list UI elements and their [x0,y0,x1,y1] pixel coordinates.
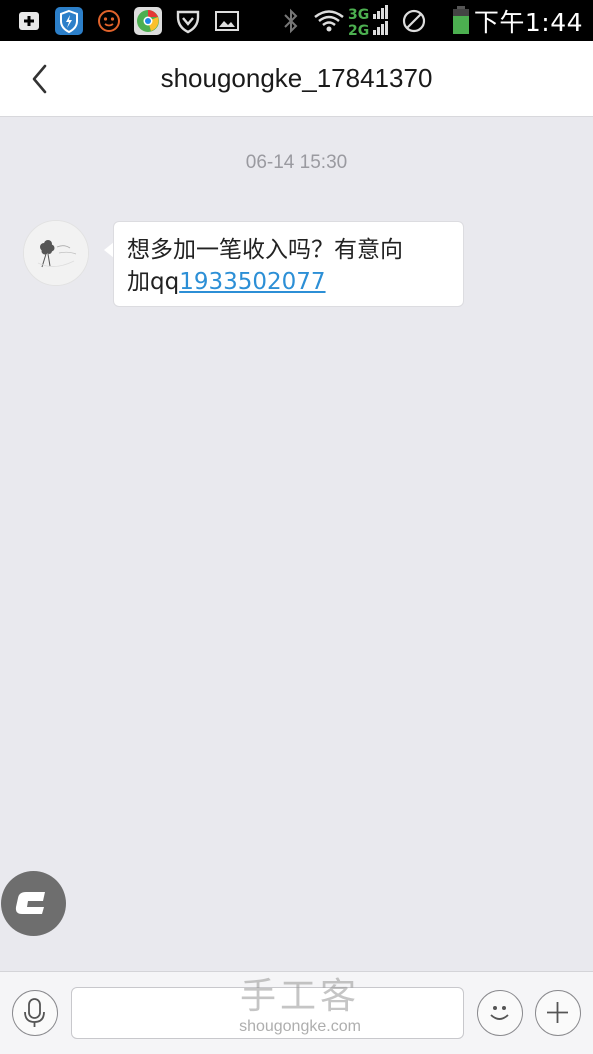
smiley-icon [490,1006,509,1020]
add-button[interactable] [535,990,581,1036]
image-icon [215,11,239,31]
svg-text:3G: 3G [348,7,369,23]
floating-c-button[interactable] [1,871,66,936]
network-signal-icon: 3G 2G [348,5,388,38]
svg-text:2G: 2G [348,23,369,38]
avatar[interactable] [23,220,89,286]
c-logo-icon [15,892,45,914]
wifi-icon [314,10,344,32]
battery-icon [453,6,469,34]
status-bar: 3G 2G 下午1:44 [0,0,593,41]
add-box-icon [19,12,39,30]
shield-app-icon [55,7,83,35]
bluetooth-icon [284,8,298,34]
message-timestamp: 06-14 15:30 [245,152,348,173]
voice-button[interactable] [12,990,58,1036]
message-line-1: 想多加一笔收入吗？有意向 [127,237,403,263]
message-input[interactable] [71,987,464,1039]
qq-number-link[interactable]: 1933502077 [179,269,325,295]
vpn-icon [176,10,200,34]
message-text-prefix: 加qq [127,269,180,295]
message-bubble[interactable]: 想多加一笔收入吗？有意向 加qq1933502077 [113,221,464,307]
face-icon [98,10,120,32]
message-line-2: 加qq1933502077 [127,266,451,298]
plus-icon [547,1002,568,1023]
page-title: shougongke_17841370 [160,63,433,93]
no-sim-icon [402,9,426,33]
chrome-icon [134,7,162,35]
clock: 下午1:44 [473,8,583,37]
microphone-icon [24,998,45,1027]
chat-area[interactable]: 06-14 15:30 想多加一笔收入吗？有意向 加qq1933502077 [0,118,593,971]
emoji-button[interactable] [477,990,523,1036]
avatar-image [24,221,88,285]
title-bar: shougongke_17841370 [0,41,593,117]
input-bar [0,971,593,1054]
